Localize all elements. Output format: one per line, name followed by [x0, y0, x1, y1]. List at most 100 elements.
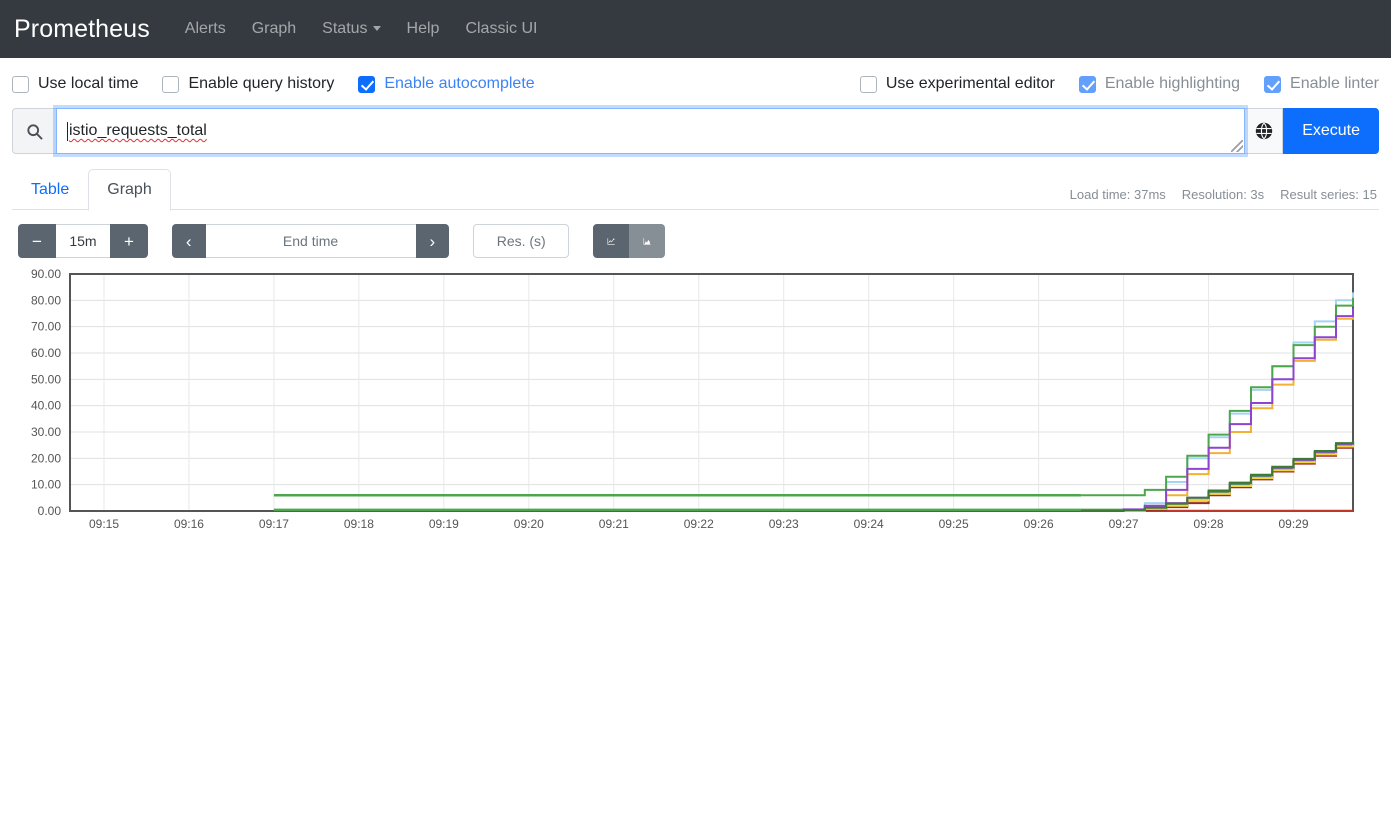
checkbox-box-use-experimental-editor[interactable]: [859, 75, 877, 93]
x-axis-tick-label: 09:17: [259, 517, 289, 531]
checkbox-label-enable-linter: Enable linter: [1290, 75, 1379, 92]
chevron-down-icon: [372, 26, 381, 31]
result-tabs: Table Graph Load time: 37ms Resolution: …: [0, 164, 1391, 211]
x-axis-tick-label: 09:28: [1194, 517, 1224, 531]
x-axis-tick-label: 09:16: [174, 517, 204, 531]
tabs-underline: [12, 209, 1379, 210]
nav-link-alerts[interactable]: Alerts: [172, 12, 239, 46]
checkbox-box-enable-query-history[interactable]: [162, 75, 180, 93]
chart-series-line: [1081, 297, 1354, 497]
checkbox-use-experimental-editor[interactable]: Use experimental editor: [859, 75, 1055, 93]
checkbox-use-local-time[interactable]: Use local time: [12, 75, 138, 93]
checkbox-enable-highlighting[interactable]: Enable highlighting: [1078, 75, 1241, 93]
previous-time-button[interactable]: ‹: [171, 224, 206, 258]
line-chart-icon: [607, 237, 615, 245]
chart-series-line: [1081, 308, 1354, 512]
checkbox-enable-query-history[interactable]: Enable query history: [162, 75, 334, 93]
y-axis-tick-label: 70.00: [31, 320, 61, 334]
x-axis-tick-label: 09:27: [1109, 517, 1139, 531]
chart-series-line: [1081, 292, 1354, 512]
checkbox-label-enable-query-history: Enable query history: [188, 75, 335, 92]
options-left-group: Use local time Enable query history Enab…: [12, 75, 559, 93]
y-axis-tick-label: 90.00: [31, 267, 61, 281]
graph-controls-toolbar: − 15m + ‹ End time › Res. (s): [0, 210, 1391, 258]
query-stats: Load time: 37ms Resolution: 3s Result se…: [1070, 187, 1377, 202]
next-time-button[interactable]: ›: [415, 224, 450, 258]
chart-series-line: [1081, 440, 1354, 512]
checkbox-label-enable-highlighting: Enable highlighting: [1104, 75, 1241, 92]
query-bar: istio_requests_total Execute: [0, 108, 1391, 154]
x-axis-tick-label: 09:22: [684, 517, 714, 531]
checkbox-box-enable-highlighting[interactable]: [1078, 75, 1096, 93]
resize-handle-icon[interactable]: [1231, 140, 1244, 152]
nav-link-help[interactable]: Help: [394, 12, 453, 46]
nav-link-help-label: Help: [406, 20, 440, 37]
nav-link-graph-label: Graph: [251, 20, 297, 37]
search-icon: [12, 108, 56, 154]
end-time-control-group: ‹ End time ›: [171, 224, 450, 258]
x-axis-tick-label: 09:26: [1024, 517, 1054, 531]
x-axis-tick-label: 09:15: [89, 517, 119, 531]
checkbox-box-enable-linter[interactable]: [1264, 75, 1282, 93]
y-axis-tick-label: 20.00: [31, 451, 61, 465]
stat-result-series: Result series: 15: [1280, 187, 1377, 202]
checkbox-enable-autocomplete[interactable]: Enable autocomplete: [358, 75, 535, 93]
range-control-group: − 15m +: [18, 224, 148, 258]
tab-table[interactable]: Table: [12, 169, 88, 211]
x-axis-tick-label: 09:25: [939, 517, 969, 531]
y-axis-tick-label: 50.00: [31, 372, 61, 386]
checkbox-label-enable-autocomplete: Enable autocomplete: [384, 75, 535, 92]
query-input[interactable]: istio_requests_total: [56, 108, 1246, 154]
x-axis-tick-label: 09:18: [344, 517, 374, 531]
y-axis-tick-label: 60.00: [31, 346, 61, 360]
checkbox-label-use-experimental-editor: Use experimental editor: [885, 75, 1055, 92]
x-axis-tick-label: 09:24: [854, 517, 884, 531]
nav-links: Alerts Graph Status Help Classic UI: [172, 12, 551, 46]
time-series-chart[interactable]: 0.00 10.00 20.00 30.00 40.00 50.00 60.00 70.00 8…: [12, 266, 1379, 536]
nav-link-status[interactable]: Status: [309, 12, 393, 46]
y-axis-tick-label: 30.00: [31, 425, 61, 439]
increase-range-button[interactable]: +: [109, 224, 148, 258]
options-right-group: Use experimental editor Enable highlight…: [859, 75, 1379, 93]
resolution-input[interactable]: Res. (s): [473, 224, 570, 258]
nav-link-classic-ui[interactable]: Classic UI: [452, 12, 550, 46]
nav-link-alerts-label: Alerts: [184, 20, 226, 37]
end-time-input[interactable]: End time: [205, 224, 416, 258]
stat-resolution: Resolution: 3s: [1181, 187, 1265, 202]
brand-prometheus[interactable]: Prometheus: [14, 15, 150, 44]
navbar: Prometheus Alerts Graph Status Help Clas…: [0, 0, 1391, 58]
chart-series-line: [1081, 445, 1354, 512]
x-axis-tick-label: 09:23: [769, 517, 799, 531]
x-axis-tick-label: 09:19: [429, 517, 459, 531]
range-value[interactable]: 15m: [55, 224, 110, 258]
x-axis-tick-label: 09:20: [514, 517, 544, 531]
graph-panel: 0.00 10.00 20.00 30.00 40.00 50.00 60.00 70.00 8…: [0, 266, 1391, 536]
globe-icon[interactable]: [1245, 108, 1284, 154]
checkbox-enable-linter[interactable]: Enable linter: [1264, 75, 1379, 93]
y-axis-tick-label: 0.00: [38, 504, 62, 518]
nav-link-classic-ui-label: Classic UI: [465, 20, 538, 37]
checkbox-label-use-local-time: Use local time: [38, 75, 139, 92]
x-axis-tick-label: 09:21: [599, 517, 629, 531]
chart-type-group: [593, 224, 666, 258]
y-axis-tick-label: 80.00: [31, 293, 61, 307]
y-axis-tick-label: 40.00: [31, 399, 61, 413]
nav-link-graph[interactable]: Graph: [239, 12, 309, 46]
query-input-value: istio_requests_total: [69, 122, 207, 139]
options-row: Use local time Enable query history Enab…: [0, 58, 1391, 106]
decrease-range-button[interactable]: −: [18, 224, 56, 258]
checkbox-box-enable-autocomplete[interactable]: [358, 75, 376, 93]
y-axis-tick-label: 10.00: [31, 478, 61, 492]
execute-button[interactable]: Execute: [1283, 108, 1379, 154]
nav-link-status-label: Status: [322, 20, 368, 37]
x-axis-tick-label: 09:29: [1279, 517, 1309, 531]
tab-graph[interactable]: Graph: [88, 169, 171, 211]
chart-series-line: [1081, 310, 1354, 512]
text-cursor: [67, 121, 68, 141]
line-chart-icon-button[interactable]: [593, 224, 630, 258]
stacked-area-chart-icon: [643, 237, 651, 245]
stacked-area-chart-icon-button[interactable]: [629, 224, 666, 258]
tabs-list: Table Graph: [12, 169, 171, 211]
stat-load-time: Load time: 37ms: [1069, 187, 1166, 202]
checkbox-box-use-local-time[interactable]: [12, 75, 29, 93]
